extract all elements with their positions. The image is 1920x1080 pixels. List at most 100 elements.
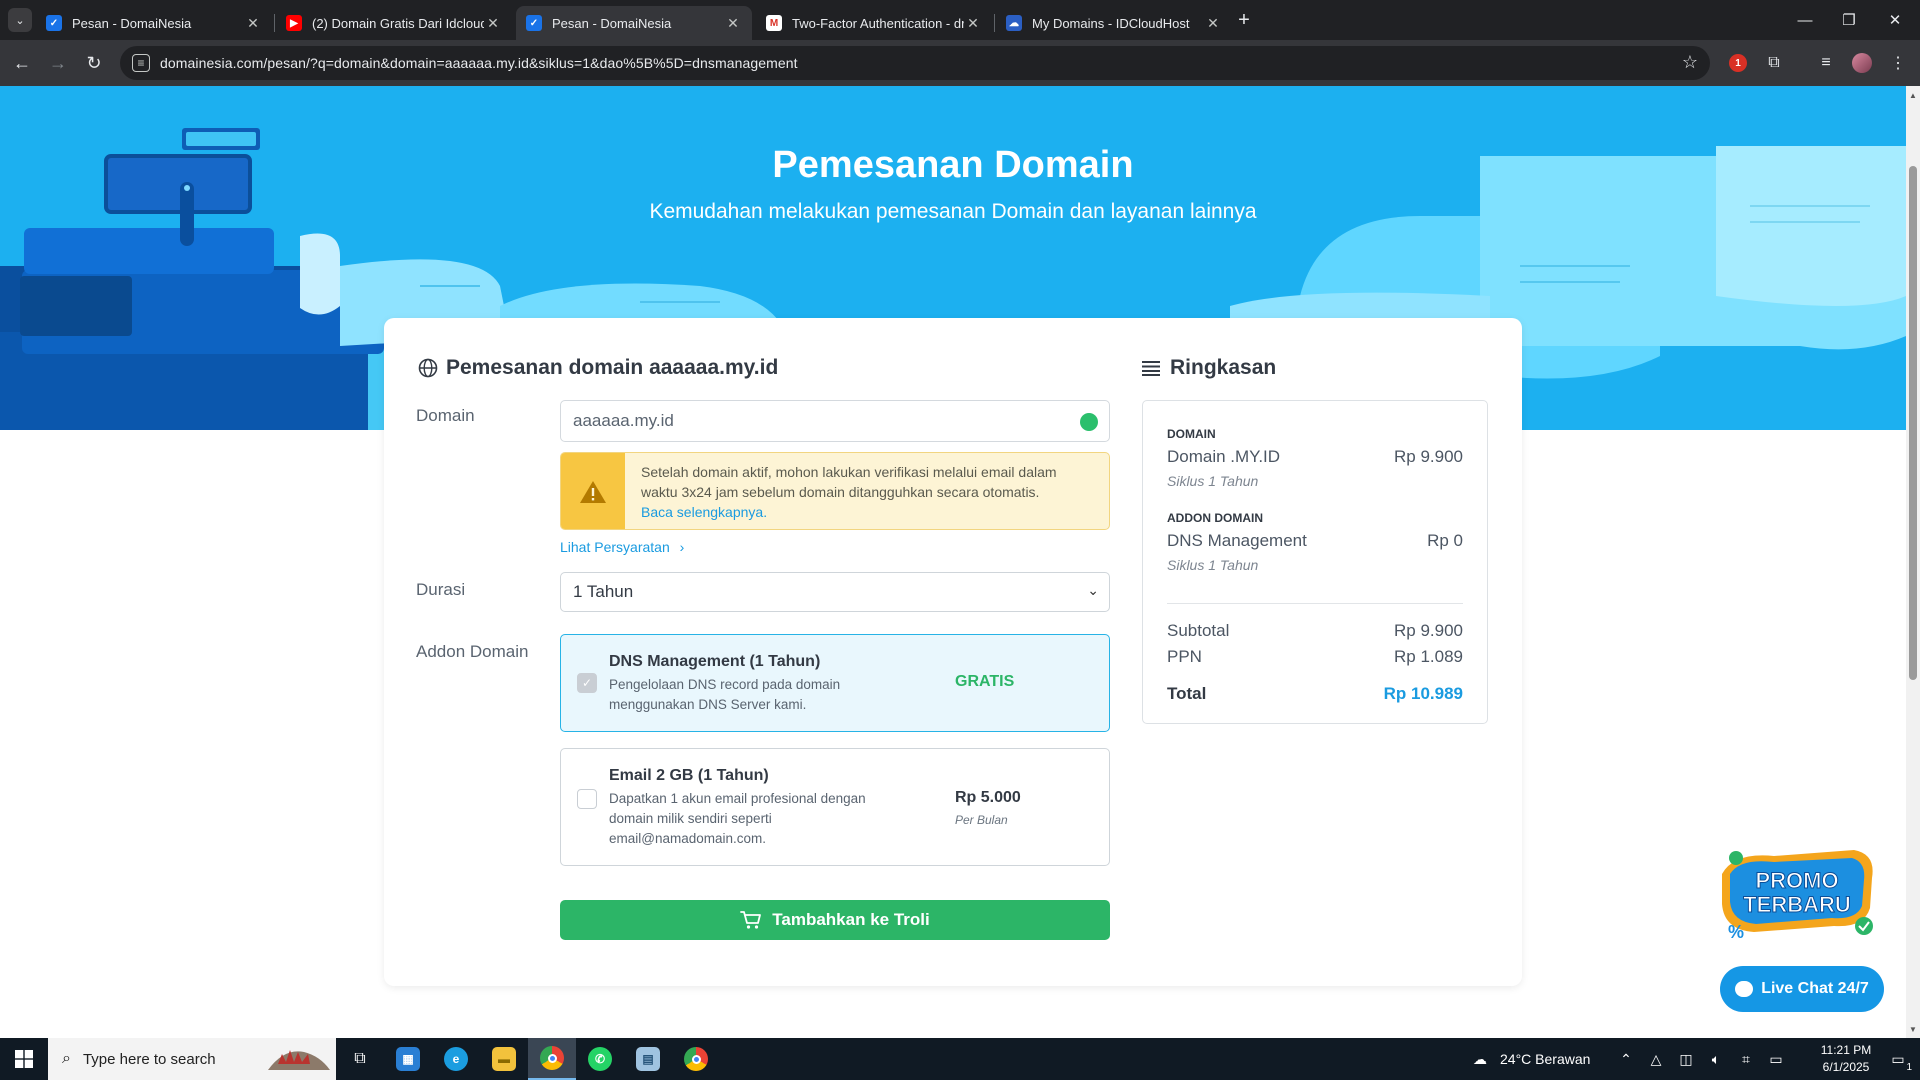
extension-badge: 1 — [1729, 54, 1747, 72]
tab-title: Pesan - DomaiNesia — [552, 15, 672, 31]
extensions-puzzle-icon[interactable]: ⧉ — [1762, 51, 1786, 75]
windows-taskbar: ⌕ Type here to search ⧉ ▦ e ▬ ✆ ▤ ☁ 24°C… — [0, 1038, 1920, 1080]
page-title: Pemesanan Domain — [772, 144, 1134, 186]
windows-start-button[interactable] — [0, 1038, 48, 1080]
summary-item-value: Rp 9.900 — [1394, 447, 1463, 466]
chrome-profile-icon[interactable] — [672, 1038, 720, 1080]
total-label: Total — [1167, 684, 1207, 703]
extension-with-badge-icon[interactable]: 1 — [1726, 51, 1750, 75]
tab-gmail[interactable]: M Two-Factor Authentication - dre ✕ — [756, 6, 992, 40]
whatsapp-icon[interactable]: ✆ — [576, 1038, 624, 1080]
close-tab-icon[interactable]: ✕ — [484, 15, 502, 32]
summary-section-caption: DOMAIN — [1167, 427, 1216, 441]
list-lines-icon — [1142, 361, 1160, 376]
notifications-icon[interactable]: ▭ 1 — [1888, 1049, 1912, 1074]
file-explorer-icon[interactable]: ▬ — [480, 1038, 528, 1080]
page-viewport: Pemesanan Domain Kemudahan melakukan pem… — [0, 86, 1906, 1038]
promo-line-1: PROMO — [1755, 868, 1838, 893]
weather-text[interactable]: 24°C Berawan — [1500, 1038, 1590, 1080]
summary-item-cycle: Siklus 1 Tahun — [1167, 557, 1259, 573]
addon-description: Dapatkan 1 akun email profesional dengan… — [609, 791, 866, 846]
address-bar[interactable]: ≡ domainesia.com/pesan/?q=domain&domain=… — [120, 46, 1710, 80]
show-hidden-icons-chevron-icon[interactable]: ⌃ — [1616, 1049, 1636, 1069]
addon-dns-checkbox[interactable]: ✓ — [577, 673, 597, 693]
new-tab-plus-icon[interactable]: + — [1232, 8, 1256, 32]
browser-tab-strip: ⌄ ✓ Pesan - DomaiNesia ✕ ▶ (2) Domain Gr… — [0, 0, 1920, 40]
summary-item-value: Rp 0 — [1427, 531, 1463, 550]
domain-label: Domain — [416, 406, 475, 425]
site-info-icon[interactable]: ≡ — [132, 54, 150, 72]
back-arrow-icon[interactable]: ← — [8, 49, 36, 77]
summary-title-text: Ringkasan — [1170, 356, 1277, 379]
url-text[interactable]: domainesia.com/pesan/?q=domain&domain=aa… — [160, 55, 798, 71]
taskbar-clock[interactable]: 11:21 PM 6/1/2025 — [1806, 1042, 1886, 1076]
chrome-browser-icon[interactable] — [528, 1038, 576, 1080]
tab-youtube[interactable]: ▶ (2) Domain Gratis Dari Idcloudh ✕ — [276, 6, 512, 40]
clock-time: 11:21 PM — [1820, 1043, 1872, 1057]
forward-arrow-icon[interactable]: → — [44, 49, 72, 77]
weather-cloud-icon[interactable]: ☁ — [1470, 1049, 1490, 1069]
tab-domainesia-active[interactable]: ✓ Pesan - DomaiNesia ✕ — [516, 6, 752, 40]
addon-email-checkbox[interactable] — [577, 789, 597, 809]
microsoft-store-icon[interactable]: ▦ — [384, 1038, 432, 1080]
network-icon[interactable]: ⌗ — [1736, 1049, 1756, 1069]
read-more-link[interactable]: Baca selengkapnya. — [641, 504, 767, 520]
addon-email[interactable]: Email 2 GB (1 Tahun) Dapatkan 1 akun ema… — [560, 748, 1110, 866]
media-queue-icon[interactable]: ≡ — [1814, 51, 1838, 75]
domain-input[interactable]: aaaaaa.my.id — [560, 400, 1110, 442]
taskbar-search-box[interactable]: ⌕ Type here to search — [48, 1038, 336, 1080]
tab-title: My Domains - IDCloudHost — [1032, 15, 1190, 31]
search-icon: ⌕ — [62, 1050, 71, 1067]
add-to-cart-label: Tambahkan ke Troli — [772, 910, 930, 929]
scroll-down-arrow-icon[interactable]: ▼ — [1906, 1022, 1920, 1036]
battery-icon[interactable]: ▭ — [1766, 1049, 1786, 1069]
tab-search-chevron-icon[interactable]: ⌄ — [8, 8, 32, 32]
page-scrollbar[interactable]: ▲ ▼ — [1906, 86, 1920, 1038]
meet-now-icon[interactable]: ◫ — [1676, 1049, 1696, 1069]
subtotal-value: Rp 9.900 — [1394, 621, 1463, 640]
profile-avatar[interactable] — [1850, 51, 1874, 75]
tab-idcloudhost[interactable]: ☁ My Domains - IDCloudHost ✕ — [996, 6, 1232, 40]
duration-select[interactable]: 1 Tahun ⌄ — [560, 572, 1110, 612]
summary-item-name: DNS Management — [1167, 531, 1307, 550]
close-tab-icon[interactable]: ✕ — [964, 15, 982, 32]
scroll-up-arrow-icon[interactable]: ▲ — [1906, 88, 1920, 102]
promo-badge[interactable]: PROMO TERBARU % — [1714, 844, 1880, 942]
summary-divider — [1167, 603, 1463, 604]
clock-date: 6/1/2025 — [1822, 1060, 1870, 1074]
promo-line-2: TERBARU — [1743, 892, 1851, 917]
edge-browser-icon[interactable]: e — [432, 1038, 480, 1080]
google-drive-icon[interactable]: △ — [1646, 1049, 1666, 1069]
live-chat-button[interactable]: Live Chat 24/7 — [1720, 966, 1884, 1012]
addon-description: Pengelolaan DNS record pada domain mengg… — [609, 677, 841, 712]
volume-icon[interactable]: 🔈︎ — [1706, 1049, 1726, 1069]
notepad-icon[interactable]: ▤ — [624, 1038, 672, 1080]
browser-menu-kebab-icon[interactable]: ⋮ — [1886, 51, 1910, 75]
summary-item-name: Domain .MY.ID — [1167, 447, 1281, 466]
addon-dns-management[interactable]: ✓ DNS Management (1 Tahun) Pengelolaan D… — [560, 634, 1110, 732]
summary-item-cycle: Siklus 1 Tahun — [1167, 473, 1259, 489]
tab-domainesia-1[interactable]: ✓ Pesan - DomaiNesia ✕ — [36, 6, 272, 40]
reload-icon[interactable]: ↻ — [80, 49, 108, 77]
addon-price: Rp 5.000 — [955, 789, 1021, 806]
view-terms-link[interactable]: Lihat Persyaratan › — [560, 539, 684, 555]
close-tab-icon[interactable]: ✕ — [1204, 15, 1222, 32]
close-tab-icon[interactable]: ✕ — [724, 15, 742, 32]
bookmark-star-icon[interactable]: ☆ — [1682, 52, 1698, 73]
chevron-right-icon: › — [679, 539, 685, 555]
subtotal-label: Subtotal — [1167, 621, 1230, 640]
order-card: Pemesanan domain aaaaaa.my.id Domain aaa… — [384, 318, 1522, 986]
chat-bubble-icon — [1735, 981, 1754, 997]
chevron-down-icon: ⌄ — [1087, 582, 1099, 598]
summary-box: DOMAIN Domain .MY.ID Rp 9.900 Siklus 1 T… — [1142, 400, 1488, 724]
tab-title: Two-Factor Authentication - dre — [792, 15, 964, 31]
verification-warning: Setelah domain aktif, mohon lakukan veri… — [560, 452, 1110, 530]
tab-separator — [994, 14, 995, 32]
domainesia-favicon-icon: ✓ — [46, 15, 62, 31]
scrollbar-thumb[interactable] — [1909, 166, 1917, 680]
view-terms-link-text: Lihat Persyaratan — [560, 539, 670, 555]
add-to-cart-button[interactable]: Tambahkan ke Troli — [560, 900, 1110, 940]
window-close-icon[interactable]: ✕ — [1866, 0, 1920, 40]
task-view-icon[interactable]: ⧉ — [336, 1038, 384, 1080]
close-tab-icon[interactable]: ✕ — [244, 15, 262, 32]
